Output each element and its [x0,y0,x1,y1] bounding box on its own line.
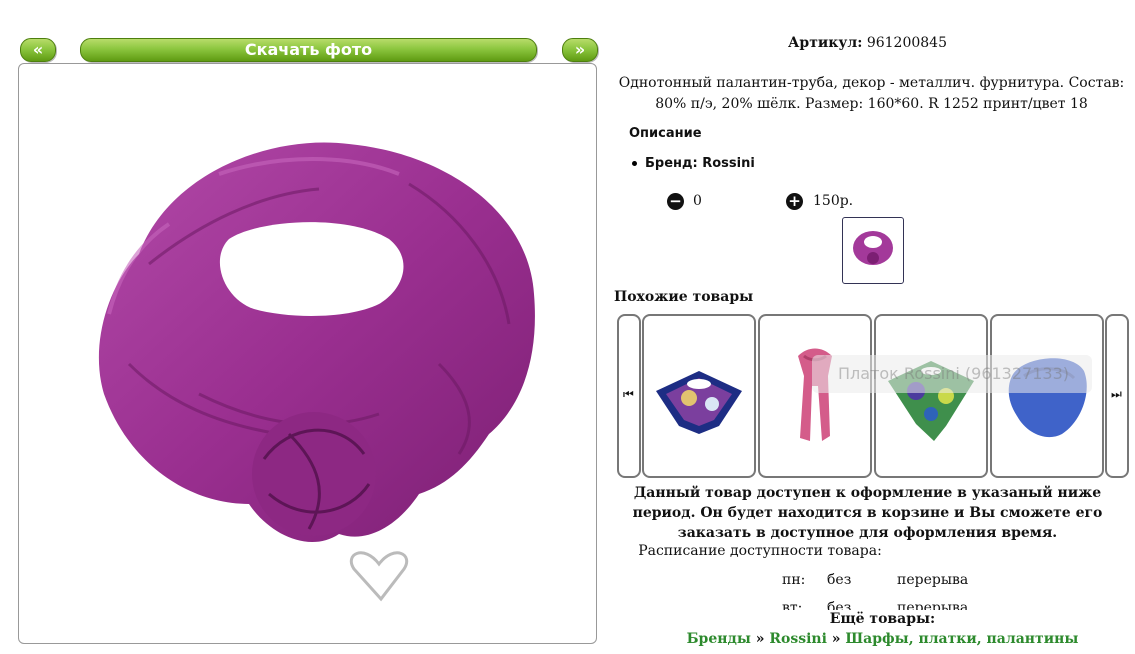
similar-item[interactable] [758,314,872,478]
availability-notice: Данный товар доступен к оформление в ука… [632,485,1103,541]
similar-item[interactable] [990,314,1104,478]
carousel-next-button[interactable]: ⏭ [1105,314,1129,478]
decrease-quantity-button[interactable]: − [667,193,684,210]
skip-back-icon: ⏮ [623,387,634,401]
schedule-day: вт: [782,600,803,610]
quantity-value: 0 [693,193,702,209]
schedule-to: перерыва [897,572,969,588]
description-heading: Описание [629,126,702,141]
scarf-pink-icon [798,348,832,441]
scarf-green-print-icon [888,361,974,441]
product-description: Однотонный палантин-труба, декор - метал… [618,75,1125,112]
similar-item[interactable] [642,314,756,478]
schedule-to: перерыва [897,600,969,610]
schedule-from: без [827,572,852,588]
breadcrumb-separator: » [755,631,765,647]
brand-text: Бренд: Rossini [645,156,755,171]
sku-label: Артикул: [788,35,863,51]
scarf-photo-icon [98,142,535,602]
breadcrumb-brands[interactable]: Бренды [687,631,751,647]
sku-line: Артикул: 961200845 [600,35,1135,51]
bullet-icon [632,161,637,166]
breadcrumb-separator: » [831,631,841,647]
carousel-prev-button[interactable]: ⏮ [617,314,641,478]
scarf-thumb-icon [853,231,893,265]
product-thumbnail[interactable] [842,217,904,284]
breadcrumb-category[interactable]: Шарфы, платки, палантины [845,631,1078,647]
breadcrumb: Бренды » Rossini » Шарфы, платки, палант… [600,631,1135,647]
more-products-label: Ещё товары: [829,611,936,627]
schedule-table: пн: без перерыва вт: без перерыва [760,566,1020,610]
breadcrumb-rossini[interactable]: Rossini [769,631,827,647]
prev-photo-button[interactable]: « [20,38,56,62]
download-photo-button[interactable]: Скачать фото [80,38,537,62]
next-photo-button[interactable]: » [562,38,598,62]
price-value: 150р. [813,193,854,209]
schedule-from: без [827,600,852,610]
sku-value: 961200845 [866,35,947,51]
scarf-blue-icon [1008,358,1087,438]
schedule-title: Расписание доступности товара: [638,543,882,559]
brand-item: Бренд: Rossini [632,156,755,171]
increase-quantity-button[interactable]: + [786,193,803,210]
similar-item[interactable] [874,314,988,478]
similar-products-title: Похожие товары [614,289,754,305]
scarf-blue-print-icon [656,371,742,434]
skip-forward-icon: ⏭ [1111,387,1122,401]
schedule-day: пн: [782,572,806,588]
product-photo[interactable] [18,63,597,644]
